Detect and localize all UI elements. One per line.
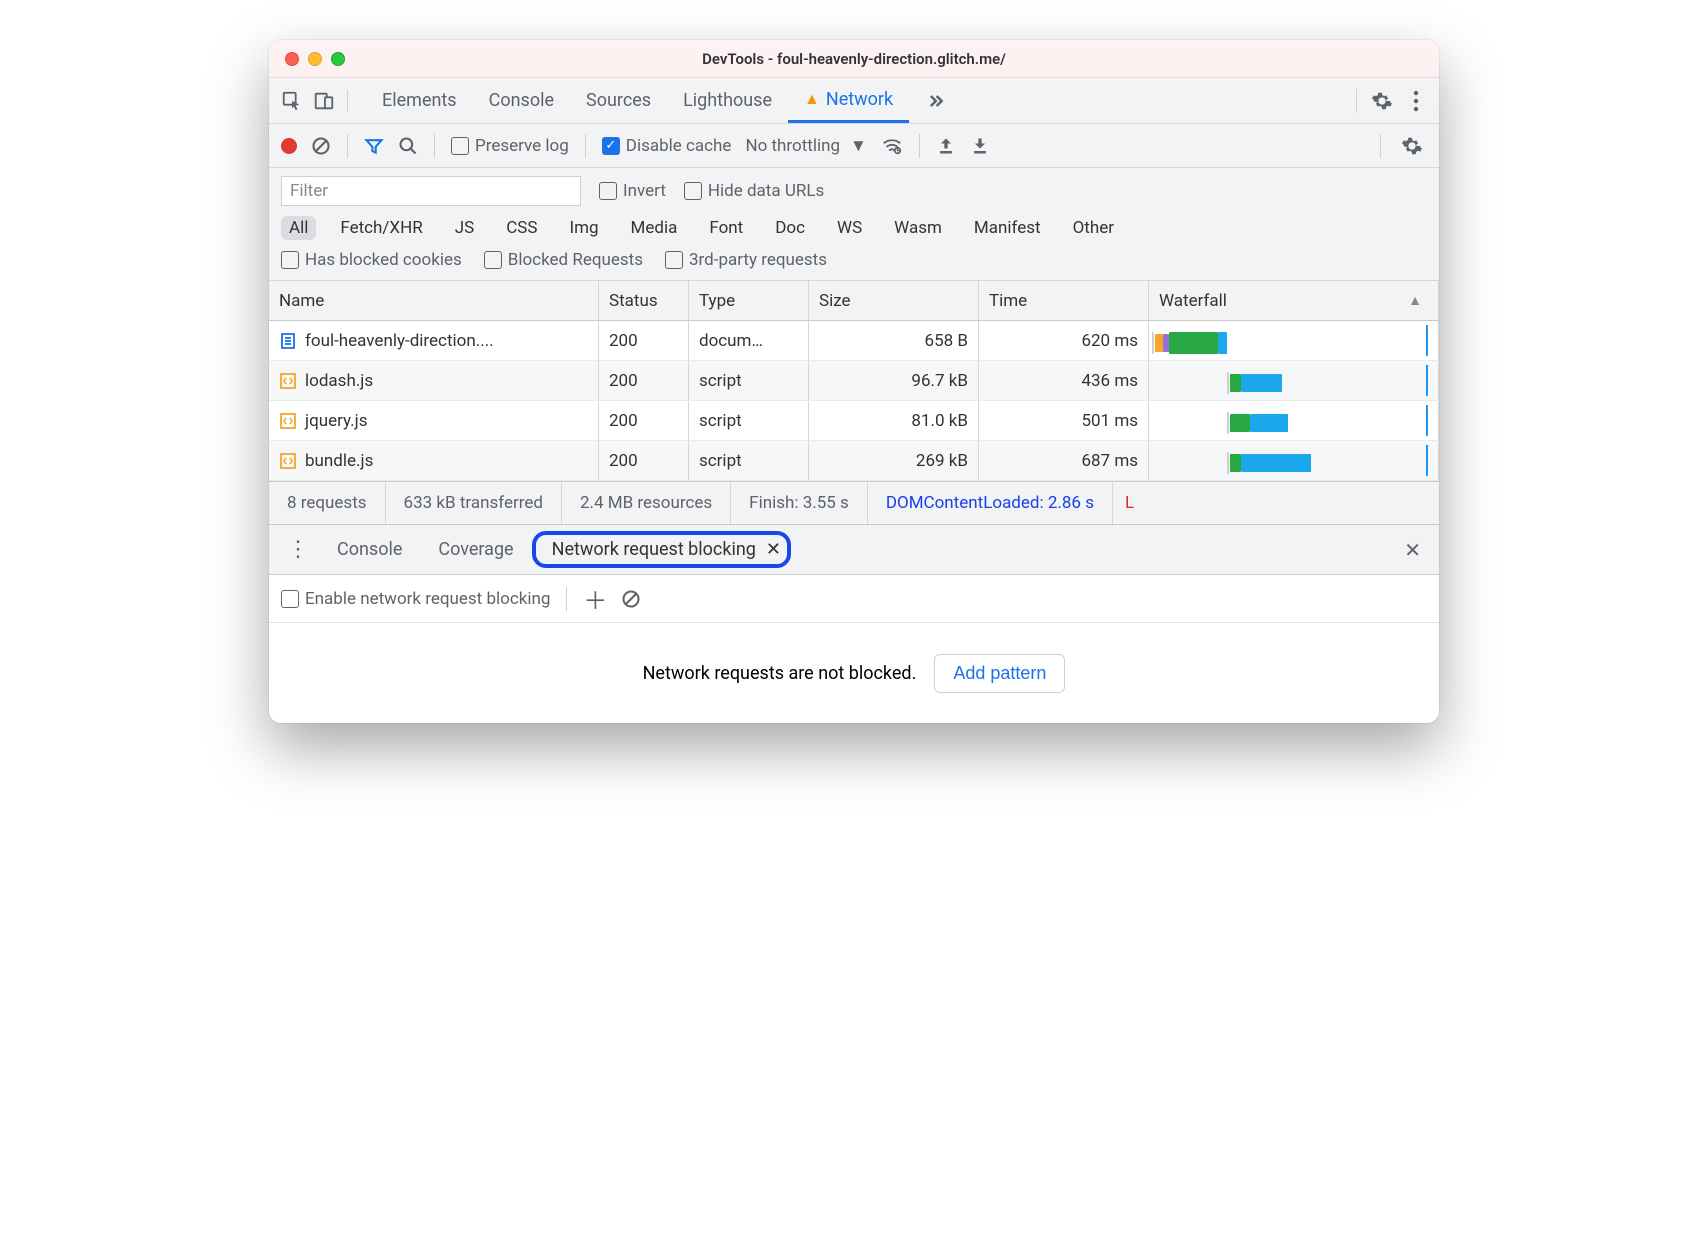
panel-settings-icon[interactable] (1397, 135, 1427, 157)
filter-css[interactable]: CSS (498, 216, 545, 240)
has-blocked-cookies-checkbox[interactable]: Has blocked cookies (281, 250, 462, 270)
filter-fetch-xhr[interactable]: Fetch/XHR (332, 216, 430, 240)
drawer-body: Network requests are not blocked. Add pa… (269, 623, 1439, 723)
preserve-log-checkbox[interactable]: Preserve log (451, 136, 569, 156)
close-drawer-icon[interactable]: ✕ (1394, 538, 1431, 562)
blocked-requests-checkbox[interactable]: Blocked Requests (484, 250, 643, 270)
tab-network[interactable]: ▲ Network (788, 78, 909, 123)
summary-transferred: 633 kB transferred (386, 482, 562, 524)
tab-console[interactable]: Console (473, 78, 570, 123)
drawer-menu-icon[interactable]: ⋮ (277, 537, 319, 562)
tab-lighthouse[interactable]: Lighthouse (667, 78, 788, 123)
summary-requests: 8 requests (269, 482, 386, 524)
enable-blocking-checkbox[interactable]: Enable network request blocking (281, 589, 550, 609)
filter-all[interactable]: All (281, 216, 316, 240)
settings-icon[interactable] (1359, 90, 1405, 112)
col-waterfall[interactable]: Waterfall ▲ (1149, 281, 1439, 320)
kebab-icon[interactable] (1405, 90, 1427, 112)
devtools-window: DevTools - foul-heavenly-direction.glitc… (269, 40, 1439, 723)
filter-ws[interactable]: WS (829, 216, 870, 240)
script-icon (279, 372, 297, 390)
col-name[interactable]: Name (269, 281, 599, 320)
type-filters: All Fetch/XHR JS CSS Img Media Font Doc … (281, 216, 1427, 240)
download-har-icon[interactable] (970, 136, 990, 156)
network-conditions-icon[interactable] (881, 135, 903, 157)
filter-other[interactable]: Other (1065, 216, 1122, 240)
window-title: DevTools - foul-heavenly-direction.glitc… (269, 50, 1439, 68)
document-icon (279, 332, 297, 350)
table-row[interactable]: bundle.js 200 script 269 kB 687 ms (269, 441, 1439, 481)
close-icon[interactable]: ✕ (766, 539, 781, 560)
col-size[interactable]: Size (809, 281, 979, 320)
col-status[interactable]: Status (599, 281, 689, 320)
table-row[interactable]: lodash.js 200 script 96.7 kB 436 ms (269, 361, 1439, 401)
summary-domcontentloaded: DOMContentLoaded: 2.86 s (868, 482, 1113, 524)
more-tabs-button[interactable] (909, 78, 961, 123)
filter-manifest[interactable]: Manifest (966, 216, 1049, 240)
filter-bar: Filter Invert Hide data URLs All Fetch/X… (269, 168, 1439, 281)
tab-sources[interactable]: Sources (570, 78, 667, 123)
filter-input[interactable]: Filter (281, 176, 581, 206)
drawer-toolbar: Enable network request blocking ＋ (269, 575, 1439, 623)
script-icon (279, 452, 297, 470)
network-toolbar: Preserve log ✓Disable cache No throttlin… (269, 124, 1439, 168)
filter-img[interactable]: Img (561, 216, 606, 240)
col-time[interactable]: Time (979, 281, 1149, 320)
drawer-tab-network-request-blocking[interactable]: Network request blocking ✕ (532, 531, 791, 568)
summary-load: L (1113, 493, 1146, 513)
network-table-header: Name Status Type Size Time Waterfall ▲ (269, 281, 1439, 321)
invert-checkbox[interactable]: Invert (599, 181, 666, 201)
waterfall-bar (1149, 405, 1438, 436)
filter-media[interactable]: Media (623, 216, 686, 240)
main-tabs: Elements Console Sources Lighthouse ▲ Ne… (269, 78, 1439, 124)
script-icon (279, 412, 297, 430)
search-icon[interactable] (398, 136, 418, 156)
waterfall-bar (1149, 445, 1438, 476)
hide-data-urls-checkbox[interactable]: Hide data URLs (684, 181, 824, 201)
filter-font[interactable]: Font (701, 216, 751, 240)
record-button[interactable] (281, 138, 297, 154)
filter-js[interactable]: JS (447, 216, 482, 240)
summary-resources: 2.4 MB resources (562, 482, 731, 524)
third-party-checkbox[interactable]: 3rd-party requests (665, 250, 827, 270)
add-pattern-button[interactable]: Add pattern (934, 654, 1065, 693)
drawer-tabs: ⋮ Console Coverage Network request block… (269, 525, 1439, 575)
table-row[interactable]: jquery.js 200 script 81.0 kB 501 ms (269, 401, 1439, 441)
summary-finish: Finish: 3.55 s (731, 482, 868, 524)
titlebar: DevTools - foul-heavenly-direction.glitc… (269, 40, 1439, 78)
inspect-icon[interactable] (281, 90, 303, 112)
table-row[interactable]: foul-heavenly-direction.... 200 docum… 6… (269, 321, 1439, 361)
drawer-tab-coverage[interactable]: Coverage (420, 533, 531, 566)
warning-icon: ▲ (804, 89, 820, 109)
add-icon[interactable]: ＋ (583, 581, 607, 616)
remove-all-icon[interactable] (621, 589, 641, 609)
device-toggle-icon[interactable] (313, 90, 335, 112)
filter-icon[interactable] (364, 136, 384, 156)
filter-wasm[interactable]: Wasm (886, 216, 950, 240)
waterfall-bar (1149, 365, 1438, 396)
disable-cache-checkbox[interactable]: ✓Disable cache (602, 136, 732, 156)
clear-icon[interactable] (311, 136, 331, 156)
chevron-down-icon: ▼ (850, 136, 867, 156)
col-type[interactable]: Type (689, 281, 809, 320)
network-table-body: foul-heavenly-direction.... 200 docum… 6… (269, 321, 1439, 481)
drawer-tab-console[interactable]: Console (319, 533, 420, 566)
waterfall-bar (1149, 325, 1438, 356)
upload-har-icon[interactable] (936, 136, 956, 156)
throttling-select[interactable]: No throttling ▼ (745, 136, 866, 156)
filter-doc[interactable]: Doc (767, 216, 813, 240)
sort-arrow-icon: ▲ (1408, 292, 1422, 309)
tab-elements[interactable]: Elements (366, 78, 473, 123)
network-summary: 8 requests 633 kB transferred 2.4 MB res… (269, 481, 1439, 525)
blocking-status-text: Network requests are not blocked. (643, 663, 917, 684)
